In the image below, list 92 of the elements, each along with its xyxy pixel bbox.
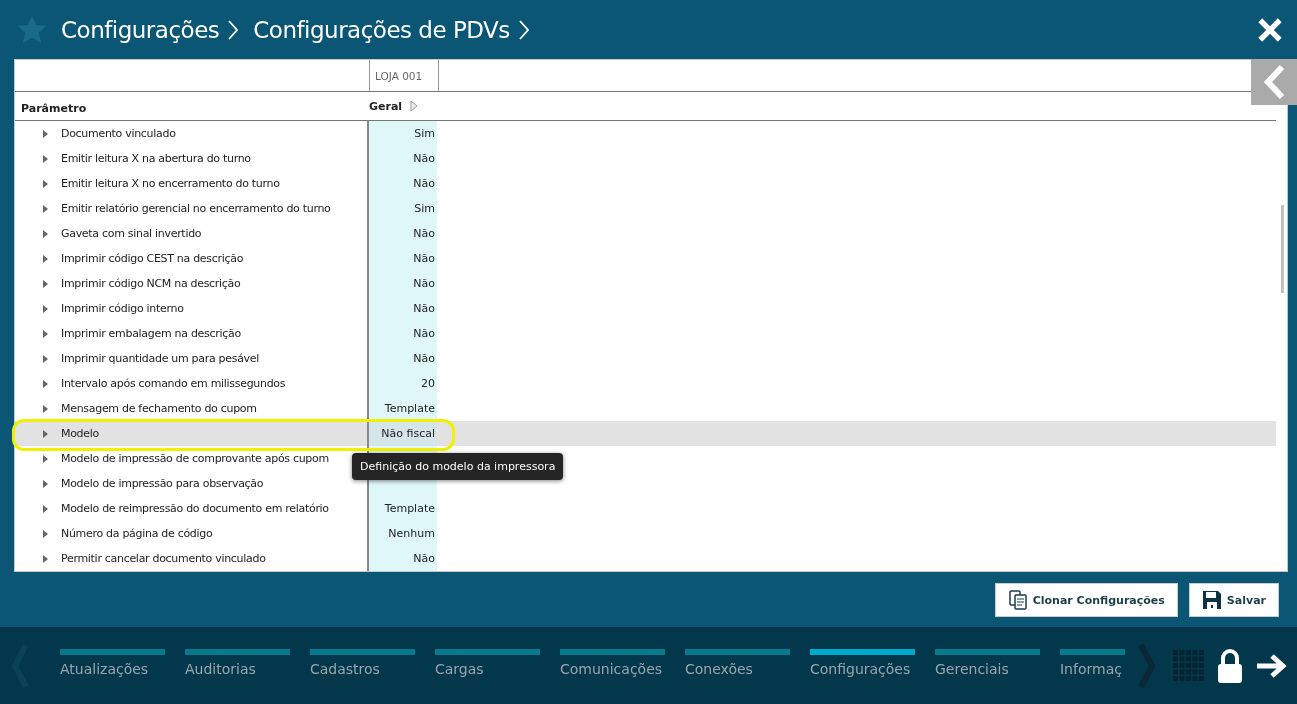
table-row[interactable]: Imprimir código interno Não: [15, 296, 1276, 321]
expand-arrow-icon[interactable]: [43, 229, 48, 238]
chevron-right-icon: [517, 18, 530, 41]
parameter-value[interactable]: Não: [369, 346, 437, 371]
close-icon[interactable]: [1257, 16, 1283, 43]
breadcrumb-link[interactable]: Configurações de PDVs: [253, 16, 510, 43]
parameter-name: Modelo: [61, 427, 99, 440]
chevron-left-icon: [1262, 65, 1286, 99]
parameter-name: Documento vinculado: [61, 127, 176, 140]
parameter-value[interactable]: Sim: [369, 196, 437, 221]
table-row[interactable]: Emitir relatório gerencial no encerramento do turno Sim: [15, 196, 1276, 221]
column-header[interactable]: Parâmetro: [21, 101, 87, 115]
expand-arrow-icon[interactable]: [43, 204, 48, 213]
parameter-value[interactable]: Não: [369, 546, 437, 571]
parameter-name: Imprimir código NCM na descrição: [61, 277, 241, 290]
expand-arrow-icon[interactable]: [43, 179, 48, 188]
parameter-value[interactable]: Não: [369, 321, 437, 346]
parameter-name: Emitir leitura X no encerramento do turno: [61, 177, 280, 190]
parameter-value[interactable]: Sim: [369, 121, 437, 146]
expand-arrow-icon[interactable]: [43, 529, 48, 538]
parameter-value[interactable]: Não: [369, 146, 437, 171]
parameter-name: Modelo de reimpressão do documento em relatório: [61, 502, 329, 515]
parameter-value[interactable]: Nenhum: [369, 521, 437, 546]
expand-arrow-icon[interactable]: [43, 279, 48, 288]
parameter-value[interactable]: Não: [369, 296, 437, 321]
parameter-name: Modelo de impressão para observação: [61, 477, 264, 490]
expand-arrow-icon[interactable]: [43, 379, 48, 388]
parameter-value[interactable]: Não: [369, 246, 437, 271]
nav-tab[interactable]: Cargas: [435, 648, 540, 683]
table-row[interactable]: Permitir cancelar documento vinculado Não: [15, 546, 1276, 571]
expand-arrow-icon[interactable]: [43, 479, 48, 488]
expand-arrow-icon[interactable]: [43, 454, 48, 463]
parameter-name: Imprimir quantidade um para pesável: [61, 352, 260, 365]
nav-tab[interactable]: Informaç: [1060, 648, 1126, 683]
expand-arrow-icon[interactable]: [43, 329, 48, 338]
parameter-value[interactable]: Template: [369, 496, 437, 521]
parameter-name: Imprimir código interno: [61, 302, 184, 315]
nav-tab[interactable]: Gerenciais: [935, 648, 1040, 683]
parameter-value[interactable]: 20: [369, 371, 437, 396]
parameter-value[interactable]: Não fiscal: [369, 421, 437, 446]
table-row[interactable]: Emitir leitura X no encerramento do turno Não: [15, 171, 1276, 196]
nav-tab[interactable]: Cadastros: [310, 648, 415, 683]
parameter-value[interactable]: Não: [369, 271, 437, 296]
arrow-right-icon[interactable]: [1255, 652, 1287, 679]
expand-arrow-icon[interactable]: [43, 254, 48, 263]
expand-arrow-icon[interactable]: [43, 404, 48, 413]
expand-arrow-icon[interactable]: [43, 129, 48, 138]
table-row[interactable]: Documento vinculado Sim: [15, 121, 1276, 146]
table-row[interactable]: Emitir leitura X na abertura do turno Não: [15, 146, 1276, 171]
expand-icon[interactable]: [410, 100, 419, 112]
nav-tab[interactable]: Conexões: [685, 648, 790, 683]
tooltip: Definição do modelo da impressora: [352, 453, 564, 480]
table-row[interactable]: Número da página de código Nenhum: [15, 521, 1276, 546]
table-row[interactable]: Modelo de reimpressão do documento em relatório Template: [15, 496, 1276, 521]
nav-tab[interactable]: Comunicações: [560, 648, 665, 683]
save-button[interactable]: Salvar: [1188, 583, 1279, 617]
column-header[interactable]: Geral: [369, 99, 403, 113]
breadcrumb-link[interactable]: Configurações: [61, 16, 220, 43]
parameter-value[interactable]: Não: [369, 171, 437, 196]
expand-arrow-icon[interactable]: [43, 504, 48, 513]
expand-arrow-icon[interactable]: [43, 304, 48, 313]
table-row[interactable]: Imprimir código CEST na descrição Não: [15, 246, 1276, 271]
expand-arrow-icon[interactable]: [43, 429, 48, 438]
clone-button[interactable]: Clonar Configurações: [994, 583, 1178, 617]
parameter-name: Imprimir embalagem na descrição: [61, 327, 241, 340]
table-row[interactable]: Imprimir quantidade um para pesável Não: [15, 346, 1276, 371]
parameter-name: Mensagem de fechamento do cupom: [61, 402, 257, 415]
table-row[interactable]: Intervalo após comando em milissegundos 20: [15, 371, 1276, 396]
nav-tab[interactable]: Configurações: [810, 648, 915, 683]
parameter-name: Emitir leitura X na abertura do turno: [61, 152, 251, 165]
table-row[interactable]: Modelo Não fiscal: [15, 421, 1276, 446]
parameter-name: Número da página de código: [61, 527, 213, 540]
lock-icon[interactable]: [1217, 648, 1244, 683]
expand-arrow-icon[interactable]: [43, 354, 48, 363]
parameter-name: Gaveta com sinal invertido: [61, 227, 202, 240]
parameter-name: Intervalo após comando em milissegundos: [61, 377, 286, 390]
expand-arrow-icon[interactable]: [43, 554, 48, 563]
nav-tab[interactable]: Atualizações: [60, 648, 165, 683]
chevron-right-icon: [227, 18, 240, 41]
column-header: LOJA 001: [369, 60, 439, 91]
table-row[interactable]: Gaveta com sinal invertido Não: [15, 221, 1276, 246]
nav-tab[interactable]: Auditorias: [185, 648, 290, 683]
table-row[interactable]: Imprimir embalagem na descrição Não: [15, 321, 1276, 346]
parameter-name: Modelo de impressão de comprovante após cupom: [61, 452, 329, 465]
parameter-name: Emitir relatório gerencial no encerramento do turno: [61, 202, 331, 215]
parameter-name: Imprimir código CEST na descrição: [61, 252, 244, 265]
table-row[interactable]: Imprimir código NCM na descrição Não: [15, 271, 1276, 296]
expand-arrow-icon[interactable]: [43, 154, 48, 163]
parameter-value[interactable]: Não: [369, 221, 437, 246]
copy-icon: [1007, 590, 1028, 610]
parameter-name: Permitir cancelar documento vinculado: [61, 552, 266, 565]
parameter-value[interactable]: Template: [369, 396, 437, 421]
